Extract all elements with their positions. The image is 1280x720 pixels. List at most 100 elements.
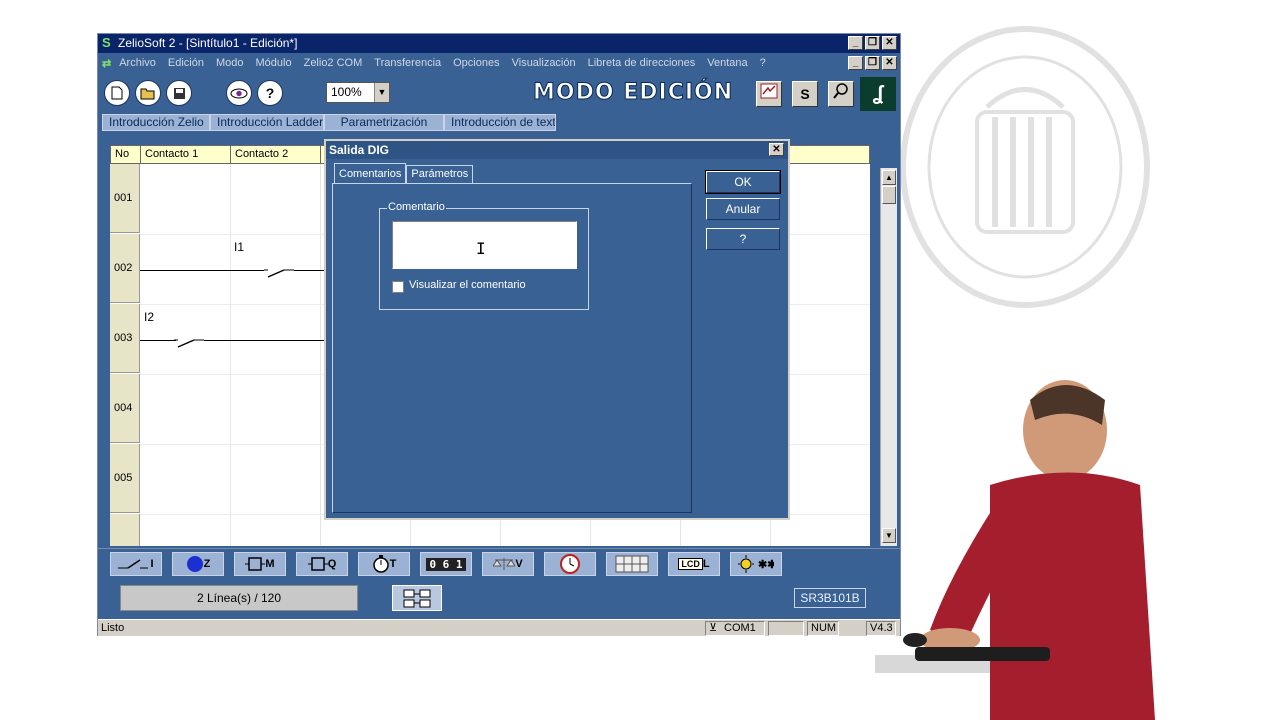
ladder-tabs: Introducción Zelio Introducción Ladder P… xyxy=(102,114,556,131)
maximize-button[interactable]: ❐ xyxy=(865,36,880,50)
plug-icon: ⊻ xyxy=(709,622,718,634)
menu-visualizacion[interactable]: Visualización xyxy=(506,57,582,69)
dialog-title[interactable]: Salida DIG xyxy=(326,141,788,159)
row-number: 002 xyxy=(110,234,140,303)
zoom-value: 100% xyxy=(331,85,362,99)
tab-comentarios[interactable]: Comentarios xyxy=(334,163,407,183)
status-bar: Listo ⊻ COM1 NUM V4.3 xyxy=(98,619,900,636)
window-title: ZelioSoft 2 - [Sintítulo1 - Edición*] xyxy=(118,36,298,50)
zoom-select[interactable]: 100% ▼ xyxy=(326,82,390,103)
menu-opciones[interactable]: Opciones xyxy=(447,57,505,69)
scroll-thumb[interactable] xyxy=(882,186,896,204)
comment-group: Comentario I Visualizar el comentario xyxy=(379,201,589,310)
palette-clock[interactable] xyxy=(544,552,596,576)
palette-coil-m[interactable]: M xyxy=(234,552,286,576)
title-bar[interactable]: S ZelioSoft 2 - [Sintítulo1 - Edición*] … xyxy=(98,34,900,53)
tab-introduccion-texto[interactable]: Introducción de texto xyxy=(444,114,556,131)
menu-edicion[interactable]: Edición xyxy=(162,57,210,69)
menu-archivo[interactable]: Archivo xyxy=(113,57,162,69)
open-file-button[interactable] xyxy=(135,80,161,106)
menu-modulo[interactable]: Módulo xyxy=(250,57,298,69)
com-port: ⊻ COM1 xyxy=(705,621,765,636)
mdi-close-button[interactable]: ✕ xyxy=(882,56,897,70)
palette-coil-z[interactable]: Z xyxy=(172,552,224,576)
contact-label-i1: I1 xyxy=(234,240,245,254)
simulation-button[interactable]: S xyxy=(792,81,818,107)
palette-text[interactable] xyxy=(606,552,658,576)
grid-column-line xyxy=(230,164,231,546)
ok-button[interactable]: OK xyxy=(705,170,781,194)
menu-modo[interactable]: Modo xyxy=(210,57,250,69)
salida-dig-dialog: Salida DIG ✕ Comentarios Parámetros Come… xyxy=(324,139,790,520)
scroll-up-button[interactable]: ▲ xyxy=(882,170,896,185)
help-button[interactable]: ? xyxy=(257,80,283,106)
edit-mode-button[interactable] xyxy=(756,81,782,107)
palette-lcd[interactable]: LCD L xyxy=(668,552,720,576)
palette-label: Q xyxy=(327,558,337,570)
magnifier-icon xyxy=(833,83,848,99)
palette-label: Z xyxy=(203,558,211,570)
version: V4.3 xyxy=(866,621,896,636)
coil-icon xyxy=(245,557,266,571)
menu-ventana[interactable]: Ventana xyxy=(701,57,753,69)
view-button[interactable] xyxy=(226,80,252,106)
menu-zelio2com[interactable]: Zelio2 COM xyxy=(298,57,369,69)
palette-contact-i[interactable]: I xyxy=(110,552,162,576)
mdi-minimize-button[interactable]: _ xyxy=(848,56,863,70)
edit-mode-icon xyxy=(760,83,778,99)
menu-help[interactable]: ? xyxy=(754,57,772,69)
new-file-icon xyxy=(111,86,123,100)
chevron-down-icon: ▼ xyxy=(374,83,389,102)
palette-backlight[interactable]: ✱✱ xyxy=(730,552,782,576)
palette-coil-q[interactable]: Q xyxy=(296,552,348,576)
presenter-figure xyxy=(875,380,1155,720)
menu-bar: ⇄ Archivo Edición Modo Módulo Zelio2 COM… xyxy=(98,53,900,73)
num-lock: NUM xyxy=(807,621,839,636)
cancel-button[interactable]: Anular xyxy=(706,198,780,220)
row-number: 001 xyxy=(110,164,140,233)
scroll-down-button[interactable]: ▼ xyxy=(882,528,896,543)
zelio-app-icon: S xyxy=(102,35,111,50)
col-contacto-1: Contacto 1 xyxy=(141,146,231,163)
palette-label: M xyxy=(265,558,275,570)
show-comment-checkbox[interactable] xyxy=(392,281,404,293)
palette-label: L xyxy=(702,558,710,570)
col-contacto-2: Contacto 2 xyxy=(231,146,321,163)
row-number xyxy=(110,514,140,546)
mdi-restore-button[interactable]: ❐ xyxy=(865,56,880,70)
dialog-tabs: Comentarios Parámetros xyxy=(334,163,474,183)
network-button[interactable] xyxy=(392,585,442,611)
minimize-button[interactable]: _ xyxy=(848,36,863,50)
row-number: 005 xyxy=(110,444,140,513)
vertical-scrollbar[interactable]: ▲ ▼ xyxy=(880,168,897,546)
palette-comparator[interactable]: V xyxy=(482,552,534,576)
mode-title: MODO EDICIÓN xyxy=(532,80,734,106)
coil-icon xyxy=(307,557,328,571)
tab-introduccion-ladder[interactable]: Introducción Ladder xyxy=(210,114,324,131)
open-contact-i2[interactable] xyxy=(174,334,204,348)
eye-icon xyxy=(230,88,248,98)
menu-libreta[interactable]: Libreta de direcciones xyxy=(582,57,702,69)
sun-icon: ✱✱ xyxy=(738,555,774,573)
save-button[interactable] xyxy=(166,80,192,106)
palette-label: I xyxy=(150,558,154,570)
tab-parametrizacion[interactable]: Parametrización xyxy=(324,114,444,131)
tab-parametros[interactable]: Parámetros xyxy=(406,165,474,183)
new-file-button[interactable] xyxy=(104,80,130,106)
supervision-button[interactable] xyxy=(828,81,854,107)
lcd-icon: LCD xyxy=(678,558,703,570)
close-button[interactable]: ✕ xyxy=(882,36,897,50)
palette-counter[interactable]: 0 6 1 xyxy=(420,552,472,576)
palette-timer[interactable]: T xyxy=(358,552,410,576)
dialog-close-button[interactable]: ✕ xyxy=(769,143,784,156)
blue-dot-icon xyxy=(186,556,203,572)
show-comment-label: Visualizar el comentario xyxy=(409,279,526,291)
program-status-area: 2 Línea(s) / 120 SR3B101B xyxy=(98,580,900,618)
open-contact-i1[interactable] xyxy=(264,264,294,278)
tab-introduccion-zelio[interactable]: Introducción Zelio xyxy=(102,114,210,131)
dialog-help-button[interactable]: ? xyxy=(706,228,780,250)
rung-wire xyxy=(140,270,264,271)
balance-icon xyxy=(493,558,516,570)
menu-transferencia[interactable]: Transferencia xyxy=(368,57,447,69)
text-grid-icon xyxy=(615,555,649,573)
